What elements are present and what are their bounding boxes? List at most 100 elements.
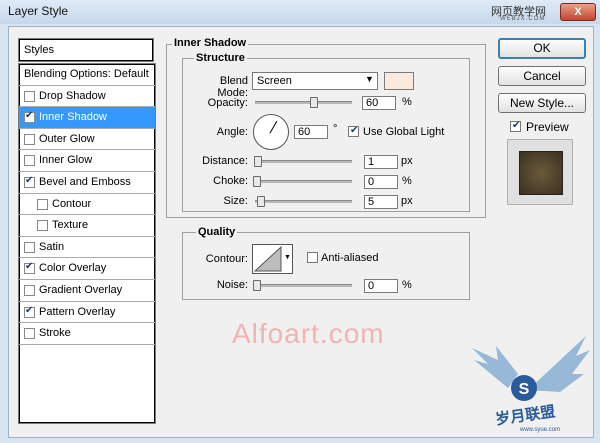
style-item-label: Satin — [39, 240, 65, 253]
angle-dial-needle — [269, 120, 278, 134]
style-item-label: Drop Shadow — [39, 89, 106, 102]
style-item-gradient-overlay[interactable]: Gradient Overlay — [19, 280, 155, 302]
style-item-label: Outer Glow — [39, 132, 95, 145]
close-button[interactable]: X — [560, 3, 596, 21]
size-slider-thumb[interactable] — [257, 196, 265, 207]
style-item-texture[interactable]: Texture — [19, 215, 155, 237]
noise-unit: % — [402, 279, 412, 291]
style-item-checkbox[interactable] — [24, 133, 35, 145]
opacity-label: Opacity: — [207, 97, 248, 109]
anti-aliased-checkbox[interactable] — [307, 252, 318, 263]
svg-text:www.syue.com: www.syue.com — [519, 427, 560, 433]
quality-title: Quality — [196, 226, 238, 238]
preview-checkbox[interactable]: ✔ — [510, 120, 521, 132]
style-item-pattern-overlay[interactable]: ✔ Pattern Overlay — [19, 302, 155, 324]
window-title: Layer Style — [8, 4, 69, 18]
cancel-button[interactable]: Cancel — [498, 66, 586, 86]
style-item-blending-options-default[interactable]: Blending Options: Default — [19, 64, 155, 86]
style-item-checkbox[interactable] — [24, 155, 35, 167]
style-item-outer-glow[interactable]: Outer Glow — [19, 129, 155, 151]
svg-text:岁月联盟: 岁月联盟 — [494, 402, 556, 428]
chevron-down-icon: ▼ — [365, 74, 374, 84]
choke-slider-track[interactable] — [255, 180, 352, 183]
style-item-label: Texture — [52, 219, 89, 232]
style-item-checkbox[interactable]: ✔ — [24, 110, 35, 124]
style-item-label: Inner Shadow — [39, 111, 107, 124]
size-slider-track[interactable] — [255, 200, 352, 203]
check-icon: ✔ — [25, 261, 34, 273]
angle-unit: ° — [333, 123, 338, 135]
structure-title: Structure — [194, 52, 247, 64]
use-global-light-label: Use Global Light — [363, 126, 445, 138]
check-icon: ✔ — [350, 125, 359, 136]
style-item-label: Contour — [52, 197, 92, 210]
style-item-label: Inner Glow — [39, 154, 93, 167]
noise-slider-track[interactable] — [255, 284, 352, 287]
distance-slider-thumb[interactable] — [254, 156, 262, 167]
style-item-checkbox[interactable] — [24, 328, 35, 340]
style-item-checkbox[interactable] — [37, 220, 48, 232]
check-icon: ✔ — [25, 304, 34, 316]
style-item-checkbox[interactable] — [24, 285, 35, 296]
angle-input[interactable]: 60 — [294, 125, 328, 139]
choke-label: Choke: — [213, 175, 248, 187]
size-label: Size: — [223, 195, 248, 207]
style-item-checkbox[interactable] — [24, 90, 35, 102]
style-item-contour[interactable]: Contour — [19, 194, 155, 216]
style-item-inner-shadow[interactable]: ✔ Inner Shadow — [19, 107, 155, 129]
opacity-input[interactable]: 60 — [362, 96, 396, 110]
opacity-slider-thumb[interactable] — [310, 97, 319, 108]
style-item-checkbox[interactable] — [37, 198, 48, 210]
distance-slider-track[interactable] — [255, 160, 352, 163]
new-style-button[interactable]: New Style... — [498, 93, 586, 113]
distance-input[interactable]: 1 — [364, 155, 398, 169]
style-item-label: Gradient Overlay — [39, 284, 123, 296]
styles-header-label: Styles — [24, 44, 54, 56]
noise-label: Noise: — [216, 279, 248, 291]
style-item-bevel-and-emboss[interactable]: ✔ Bevel and Emboss — [19, 172, 155, 194]
size-input[interactable]: 5 — [364, 195, 398, 209]
style-item-checkbox[interactable] — [24, 241, 35, 253]
svg-text:S: S — [519, 381, 530, 398]
style-item-label: Stroke — [39, 327, 71, 340]
style-item-drop-shadow[interactable]: Drop Shadow — [19, 86, 155, 108]
shadow-color-swatch[interactable] — [384, 72, 414, 90]
style-item-label: Blending Options: Default — [24, 68, 149, 80]
style-item-label: Color Overlay — [39, 262, 107, 275]
styles-header[interactable]: Styles — [18, 38, 154, 62]
size-unit: px — [401, 195, 413, 207]
style-item-checkbox[interactable]: ✔ — [24, 261, 35, 275]
check-icon: ✔ — [25, 175, 34, 186]
contour-dropdown[interactable]: ▼ — [283, 244, 293, 274]
style-list: Blending Options: Default Drop Shadow ✔ Inn… — [18, 63, 156, 424]
contour-picker[interactable] — [252, 244, 284, 274]
style-item-checkbox[interactable]: ✔ — [24, 175, 35, 188]
anti-aliased-label: Anti-aliased — [321, 252, 379, 264]
contour-label: Contour: — [205, 253, 248, 265]
noise-input[interactable]: 0 — [364, 279, 398, 293]
opacity-slider-track[interactable] — [255, 101, 352, 104]
style-item-checkbox[interactable]: ✔ — [24, 304, 35, 318]
inner-shadow-title: Inner Shadow — [172, 37, 249, 49]
angle-dial[interactable] — [253, 114, 289, 150]
opacity-unit: % — [402, 96, 412, 108]
blend-mode-select[interactable]: Screen ▼ — [252, 72, 378, 90]
style-item-stroke[interactable]: Stroke — [19, 323, 155, 345]
preview-thumbnail — [507, 139, 573, 205]
style-item-inner-glow[interactable]: Inner Glow — [19, 150, 155, 172]
style-item-color-overlay[interactable]: ✔ Color Overlay — [19, 258, 155, 280]
use-global-light-checkbox[interactable]: ✔ — [348, 125, 359, 137]
check-icon: ✔ — [512, 120, 521, 131]
noise-slider-thumb[interactable] — [253, 280, 261, 291]
choke-input[interactable]: 0 — [364, 175, 398, 189]
style-item-satin[interactable]: Satin — [19, 237, 155, 259]
style-item-label: Bevel and Emboss — [39, 176, 131, 188]
angle-label: Angle: — [216, 126, 248, 138]
ok-button[interactable]: OK — [498, 38, 586, 59]
blend-mode-label: Blend Mode: — [217, 75, 248, 99]
style-item-label: Pattern Overlay — [39, 305, 116, 318]
distance-label: Distance: — [202, 155, 248, 167]
preview-label: Preview — [526, 120, 569, 134]
choke-slider-thumb[interactable] — [253, 176, 261, 187]
preview-swatch — [519, 151, 563, 195]
